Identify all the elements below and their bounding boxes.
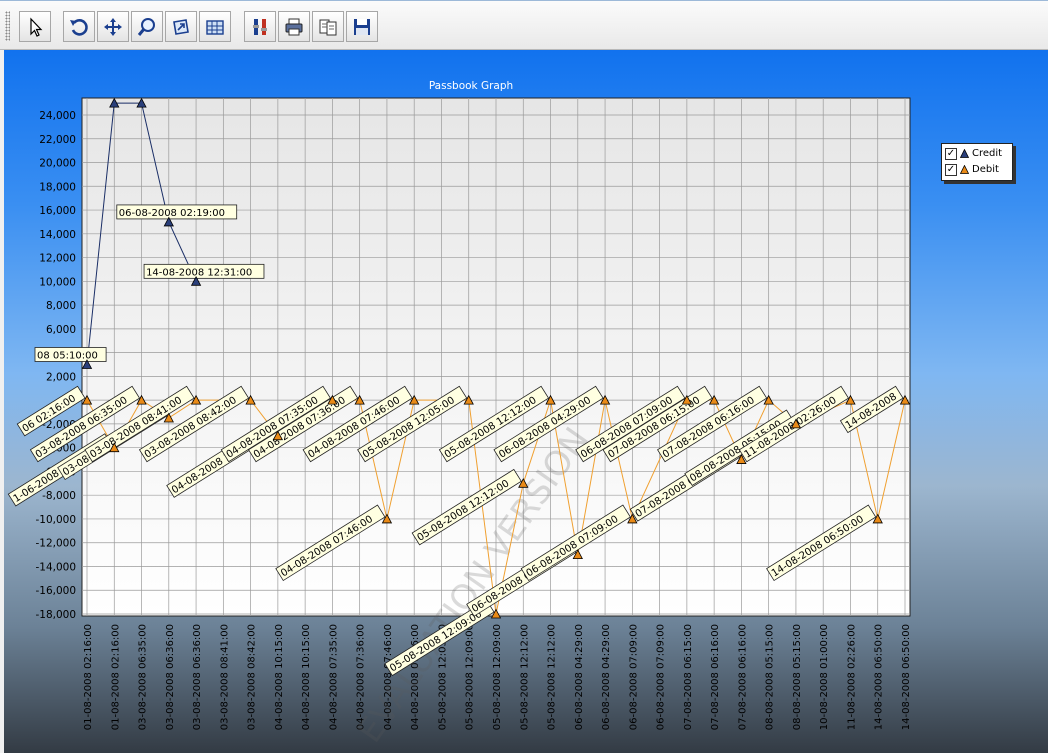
y-tick-label: -12,000 [35, 538, 76, 550]
y-tick-label: 18,000 [39, 181, 76, 193]
y-tick-label: -14,000 [35, 561, 76, 573]
x-tick-label: 10-08-2008 01:00:00 [819, 624, 830, 730]
y-tick-label: 8,000 [46, 300, 76, 312]
y-tick-label: 14,000 [39, 229, 76, 241]
y-tick-label: 10,000 [39, 276, 76, 288]
chart-title: Passbook Graph [429, 80, 513, 92]
x-tick-label: 05-08-2008 12:12:00 [547, 624, 558, 730]
x-tick-label: 14-08-2008 06:50:00 [874, 624, 885, 730]
x-tick-label: 03-08-2008 06:36:00 [165, 624, 176, 730]
x-tick-label: 08-08-2008 05:15:00 [765, 624, 776, 730]
legend-label: Debit [972, 164, 999, 175]
x-tick-label: 05-08-2008 12:09:00 [492, 624, 503, 730]
x-tick-label: 06-08-2008 07:09:00 [656, 624, 667, 730]
x-tick-label: 04-08-2008 07:35:00 [328, 624, 339, 730]
x-tick-label: 07-08-2008 06:16:00 [710, 624, 721, 730]
y-tick-label: 22,000 [39, 134, 76, 146]
y-tick-label: -16,000 [35, 585, 76, 597]
x-tick-label: 07-08-2008 06:15:00 [683, 624, 694, 730]
x-tick-label: 14-08-2008 06:50:00 [901, 624, 912, 730]
y-tick-label: 20,000 [39, 158, 76, 170]
y-tick-label: -18,000 [35, 609, 76, 621]
triangle-marker-icon [960, 149, 969, 158]
x-tick-label: 08-08-2008 05:15:00 [792, 624, 803, 730]
x-tick-label: 03-08-2008 08:42:00 [247, 624, 258, 730]
y-tick-label: 24,000 [39, 110, 76, 122]
x-tick-label: 01-08-2008 02:16:00 [110, 624, 121, 730]
legend: ✓ Credit ✓ Debit [941, 143, 1013, 181]
x-tick-label: 03-08-2008 08:41:00 [219, 624, 230, 730]
x-tick-label: 05-08-2008 12:12:00 [519, 624, 530, 730]
credit-checkbox[interactable]: ✓ [945, 147, 957, 160]
x-tick-label: 11-08-2008 02:26:00 [846, 624, 857, 730]
x-tick-label: 07-08-2008 06:16:00 [737, 624, 748, 730]
x-tick-label: 04-08-2008 10:15:00 [274, 624, 285, 730]
legend-label: Credit [972, 148, 1003, 159]
y-tick-label: 12,000 [39, 253, 76, 265]
legend-item-credit[interactable]: ✓ Credit [945, 146, 1002, 161]
data-label-text: 06-08-2008 02:19:00 [119, 208, 225, 219]
x-tick-label: 03-08-2008 06:35:00 [138, 624, 149, 730]
y-tick-label: -10,000 [35, 514, 76, 526]
x-tick-label: 06-08-2008 07:09:00 [628, 624, 639, 730]
y-axis: 24,000 22,000 20,000 18,000 16,000 14,000 12,0… [35, 110, 76, 621]
x-tick-label: 06-08-2008 04:29:00 [574, 624, 585, 730]
x-tick-label: 01-08-2008 02:16:00 [83, 624, 94, 730]
legend-item-debit[interactable]: ✓ Debit [945, 162, 999, 177]
passbook-chart[interactable]: Passbook Graph 24,000 22,000 20,000 18,000 1… [0, 0, 1048, 753]
x-tick-label: 03-08-2008 06:36:00 [192, 624, 203, 730]
data-label-text: 14-08-2008 12:31:00 [146, 267, 252, 278]
x-tick-label: 05-08-2008 12:09:00 [465, 624, 476, 730]
debit-checkbox[interactable]: ✓ [945, 163, 957, 176]
triangle-marker-icon [960, 165, 969, 174]
y-tick-label: 6,000 [46, 324, 76, 336]
x-axis: 01-08-2008 02:16:00 01-08-2008 02:16:00 03… [83, 624, 912, 730]
data-label: 14-08-2008 12:31:00 [143, 263, 265, 279]
y-tick-label: 16,000 [39, 205, 76, 217]
x-tick-label: 04-08-2008 10:15:00 [301, 624, 312, 730]
data-label-text: 08 05:10:00 [37, 351, 98, 362]
x-tick-label: 06-08-2008 04:29:00 [601, 624, 612, 730]
data-label: 06-08-2008 02:19:00 [116, 204, 238, 220]
y-tick-label: 2,000 [46, 371, 76, 383]
y-tick-label: -8,000 [42, 490, 76, 502]
data-label: 08 05:10:00 [34, 347, 107, 362]
